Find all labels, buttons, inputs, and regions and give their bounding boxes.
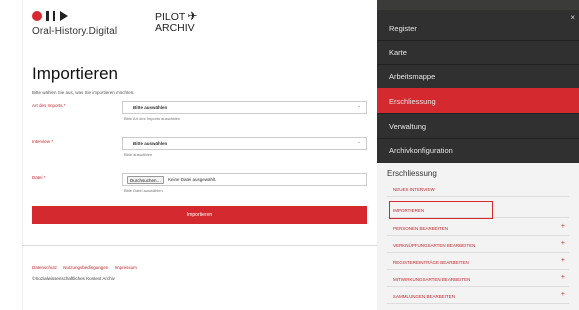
import-type-select[interactable]: Bitte auswählen ⌄ (122, 101, 367, 114)
page-title: Importieren (32, 64, 118, 83)
submenu-item-registereintraege[interactable]: REGISTEREINTRÄGE BEARBEITEN + (387, 255, 569, 270)
content-frame (22, 0, 370, 310)
browse-button[interactable]: Durchsuchen… (127, 176, 165, 184)
sidebar-divider (377, 113, 579, 114)
sidebar-topbar (377, 0, 579, 10)
sidebar-item-arbeitsmappe[interactable]: Arbeitsmappe (389, 72, 567, 81)
logo-text: Oral-History.Digital (32, 26, 118, 37)
footer-link-imprint[interactable]: Impressum (115, 265, 137, 270)
import-type-hint: Bitte Art des Imports auswählen (124, 116, 181, 121)
close-icon[interactable]: × (570, 13, 575, 22)
import-button[interactable]: Importieren (32, 206, 367, 224)
chevron-down-icon: ⌄ (356, 103, 361, 109)
interview-value: Bitte auswählen (133, 141, 168, 146)
plane-icon: ✈ (187, 9, 198, 23)
logo-marks (32, 10, 132, 22)
sidebar: × Register Karte Arbeitsmappe Erschliess… (377, 0, 579, 310)
highlight-box (389, 201, 493, 219)
submenu-item-neues-interview[interactable]: NEUES INTERVIEW (387, 182, 569, 197)
record-dot-icon (32, 11, 42, 21)
expand-plus-icon[interactable]: + (561, 223, 565, 230)
interview-select[interactable]: Bitte auswählen ⌄ (122, 137, 367, 150)
expand-plus-icon[interactable]: + (561, 240, 565, 247)
sidebar-divider (377, 64, 579, 65)
expand-plus-icon[interactable]: + (561, 291, 565, 298)
import-type-label: Art des Imports * (32, 103, 66, 108)
sidebar-item-register[interactable]: Register (389, 24, 567, 33)
page-subtitle: Bitte wählen Sie aus, was Sie importiere… (32, 90, 135, 95)
interview-label: Interview * (32, 139, 54, 144)
sidebar-divider (377, 40, 579, 41)
sidebar-item-verwaltung[interactable]: Verwaltung (389, 122, 567, 131)
main-content: Oral-History.Digital PILOT ✈ ARCHIV Impor… (0, 0, 377, 310)
oral-history-logo[interactable]: Oral-History.Digital (32, 10, 132, 37)
file-name-text: Keine Datei ausgewählt. (168, 177, 217, 182)
submenu-item-mitwirkungsarten[interactable]: MITWIRKUNGSARTEN BEARBEITEN + (387, 272, 569, 287)
sidebar-divider (377, 138, 579, 139)
expand-plus-icon[interactable]: + (561, 257, 565, 264)
submenu-item-label: NEUES INTERVIEW (393, 187, 435, 192)
submenu-item-verknuepfungsarten[interactable]: VERKNÜPFUNGSARTEN BEARBEITEN + (387, 238, 569, 253)
submenu-item-personen[interactable]: PERSONEN BEARBEITEN + (387, 221, 569, 236)
import-type-value: Bitte auswählen (133, 105, 168, 110)
pause-bar-icon (52, 11, 55, 21)
footer-copyright: ©Sozialwissenschaftliches Kontext Archiv (32, 276, 115, 281)
sidebar-item-karte[interactable]: Karte (389, 48, 567, 57)
submenu-item-label: REGISTEREINTRÄGE BEARBEITEN (393, 260, 469, 265)
expand-plus-icon[interactable]: + (561, 274, 565, 281)
submenu-item-label: MITWIRKUNGSARTEN BEARBEITEN (393, 277, 471, 282)
pause-bar-icon (46, 11, 49, 21)
file-label: Datei * (32, 175, 46, 180)
footer-link-terms[interactable]: Nutzungsbedingungen (63, 265, 108, 270)
submenu-item-label: PERSONEN BEARBEITEN (393, 226, 449, 231)
submenu-item-sammlungen[interactable]: SAMMLUNGEN BEARBEITEN + (387, 289, 569, 304)
sidebar-item-erschliessung[interactable]: Erschliessung (389, 97, 567, 106)
interview-hint: Bitte auswählen (124, 152, 153, 157)
sidebar-item-archivkonfiguration[interactable]: Archivkonfiguration (389, 146, 567, 155)
pilot-archive-label: PILOT ✈ ARCHIV (155, 9, 198, 34)
submenu-item-label: VERKNÜPFUNGSARTEN BEARBEITEN (393, 243, 476, 248)
chevron-down-icon: ⌄ (356, 139, 361, 145)
submenu-item-label: SAMMLUNGEN BEARBEITEN (393, 294, 456, 299)
file-input[interactable]: Durchsuchen… Keine Datei ausgewählt. (122, 173, 367, 186)
play-icon (60, 11, 68, 21)
footer-link-privacy[interactable]: Datenschutz (32, 265, 57, 270)
archiv-text: ARCHIV (155, 22, 195, 34)
footer-links: Datenschutz Nutzungsbedingungen Impressu… (32, 265, 142, 270)
erschliessung-submenu: Erschliessung NEUES INTERVIEW IMPORTIERE… (377, 163, 579, 310)
file-hint: Bitte Datei auswählen (124, 188, 163, 193)
submenu-title: Erschliessung (387, 169, 437, 178)
footer-divider (22, 245, 377, 246)
